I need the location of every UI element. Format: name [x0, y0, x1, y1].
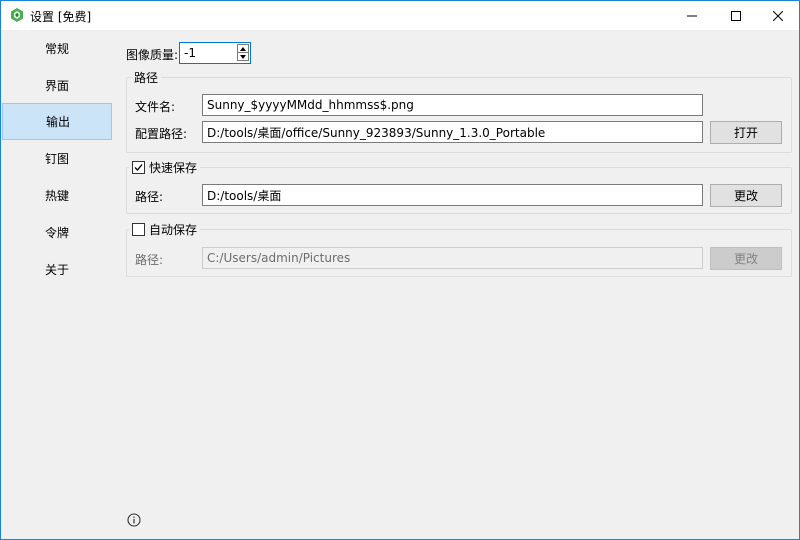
filename-input[interactable]: Sunny_$yyyyMMdd_hhmmss$.png — [202, 94, 703, 116]
sidebar-item-pin[interactable]: 钉图 — [2, 140, 112, 177]
sidebar-item-label: 关于 — [45, 263, 70, 277]
title-bar[interactable]: 设置 [免费] — [1, 1, 799, 30]
minimize-icon — [687, 15, 697, 16]
app-icon — [11, 8, 23, 22]
minimize-button[interactable] — [669, 1, 715, 30]
arrow-down-icon — [240, 54, 246, 59]
window-title: 设置 [免费] — [30, 10, 92, 24]
quick-save-header: 快速保存 — [129, 159, 201, 175]
image-quality-value: -1 — [184, 46, 196, 60]
sidebar-item-label: 常规 — [45, 42, 70, 56]
quick-save-title: 快速保存 — [149, 160, 198, 175]
auto-save-change-button: 更改 — [710, 247, 782, 270]
sidebar-item-about[interactable]: 关于 — [2, 251, 112, 288]
path-group-title: 路径 — [131, 69, 162, 85]
config-path-label: 配置路径: — [135, 127, 188, 141]
filename-label: 文件名: — [135, 100, 176, 114]
auto-save-path-label: 路径: — [135, 253, 164, 267]
sidebar-item-interface[interactable]: 界面 — [2, 67, 112, 104]
arrow-up-icon — [240, 46, 246, 51]
spin-down-button[interactable] — [237, 52, 249, 61]
sidebar-item-label: 输出 — [46, 115, 71, 129]
path-group-title-text: 路径 — [134, 70, 159, 85]
sidebar-item-label: 热键 — [45, 189, 70, 203]
close-icon — [773, 10, 783, 21]
image-quality-label: 图像质量: — [126, 48, 179, 62]
sidebar-item-hotkeys[interactable]: 热键 — [2, 177, 112, 214]
quick-save-path-input[interactable]: D:/tools/桌面 — [202, 184, 703, 206]
sidebar-item-token[interactable]: 令牌 — [2, 214, 112, 251]
auto-save-checkbox[interactable] — [132, 222, 145, 236]
close-button[interactable] — [755, 1, 800, 30]
open-button[interactable]: 打开 — [710, 121, 782, 144]
image-quality-spinbox[interactable]: -1 — [179, 42, 251, 64]
auto-save-title: 自动保存 — [149, 222, 198, 237]
settings-window: 设置 [免费] 常规 界面 输出 钉图 热键 令牌 关于 图像质量: -1 路径… — [0, 0, 800, 540]
quick-save-path-label: 路径: — [135, 190, 164, 204]
sidebar-item-general[interactable]: 常规 — [2, 30, 112, 67]
sidebar-item-label: 界面 — [45, 79, 70, 93]
info-icon[interactable] — [127, 513, 141, 527]
quick-save-change-button[interactable]: 更改 — [710, 184, 782, 207]
spin-buttons — [237, 44, 249, 62]
sidebar-item-output[interactable]: 输出 — [2, 103, 112, 140]
sidebar-item-label: 令牌 — [45, 226, 70, 240]
sidebar-item-label: 钉图 — [45, 152, 70, 166]
maximize-icon — [731, 10, 741, 21]
maximize-button[interactable] — [713, 1, 759, 30]
quick-save-checkbox[interactable] — [132, 160, 145, 174]
output-settings-panel: 图像质量: -1 路径 文件名: Sunny_$yyyyMMdd_hhmmss$… — [113, 30, 799, 539]
config-path-input[interactable]: D:/tools/桌面/office/Sunny_923893/Sunny_1.… — [202, 121, 703, 143]
auto-save-header: 自动保存 — [129, 221, 201, 237]
auto-save-path-input: C:/Users/admin/Pictures — [202, 247, 703, 269]
settings-sidebar: 常规 界面 输出 钉图 热键 令牌 关于 — [1, 30, 113, 539]
checkmark-icon — [134, 163, 143, 171]
